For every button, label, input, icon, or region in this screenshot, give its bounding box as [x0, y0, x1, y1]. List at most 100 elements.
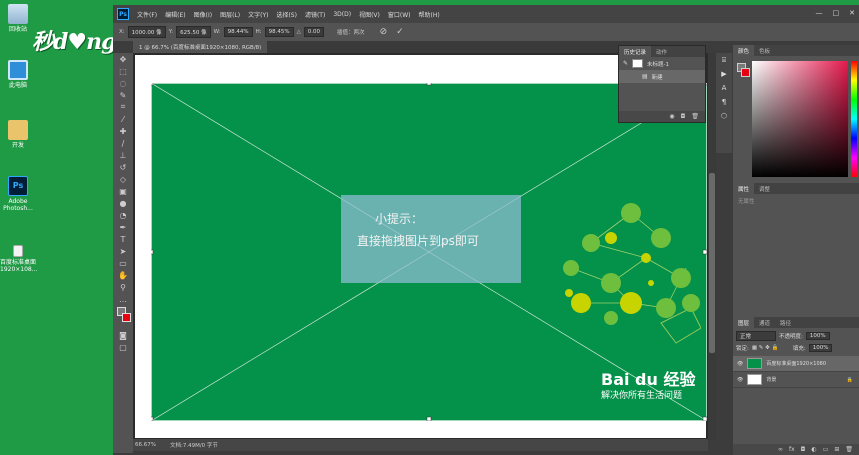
character-panel-icon[interactable]: A	[716, 81, 732, 95]
lasso-tool-icon[interactable]: ◌	[113, 77, 133, 89]
link-layers-icon[interactable]: ∞	[778, 446, 783, 453]
close-button[interactable]: ✕	[849, 9, 855, 17]
type-tool-icon[interactable]: T	[113, 233, 133, 245]
cancel-transform-icon[interactable]: ⊘	[380, 27, 388, 37]
history-panel-icon[interactable]: ⌸	[716, 53, 732, 67]
menu-help[interactable]: 帮助(H)	[419, 10, 440, 19]
tab-actions[interactable]: 动作	[651, 46, 672, 57]
color-panel-tabs: 颜色 色板	[733, 45, 859, 56]
fill-field[interactable]: 100%	[808, 344, 833, 352]
quick-mask-icon[interactable]: ◙	[113, 329, 133, 341]
eyedropper-tool-icon[interactable]: ⁄	[113, 113, 133, 125]
zoom-level[interactable]: 66.67%	[135, 442, 156, 448]
angle-field[interactable]: 0.00	[303, 27, 325, 37]
menu-window[interactable]: 窗口(W)	[388, 10, 411, 19]
paragraph-panel-icon[interactable]: ¶	[716, 95, 732, 109]
hue-slider[interactable]	[851, 61, 857, 177]
dodge-tool-icon[interactable]: ◔	[113, 209, 133, 221]
history-brush-tool-icon[interactable]: ↺	[113, 161, 133, 173]
tab-paths[interactable]: 路径	[775, 317, 796, 328]
eye-icon[interactable]: 👁	[737, 377, 743, 383]
quick-select-tool-icon[interactable]: ✎	[113, 89, 133, 101]
history-snapshot[interactable]: ✎ 未标题-1	[619, 57, 705, 70]
pen-tool-icon[interactable]: ✒	[113, 221, 133, 233]
y-field[interactable]: 625.50 像	[176, 26, 211, 38]
healing-tool-icon[interactable]: ✚	[113, 125, 133, 137]
layer-row[interactable]: 👁 百度标准桌面1920×1080	[733, 356, 859, 372]
history-step[interactable]: ▤ 新建	[619, 70, 705, 83]
layer-row[interactable]: 👁 背景 🔒	[733, 372, 859, 388]
menu-layer[interactable]: 图层(L)	[220, 10, 240, 19]
commit-transform-icon[interactable]: ✓	[396, 27, 404, 37]
tab-channels[interactable]: 通道	[754, 317, 775, 328]
path-select-tool-icon[interactable]: ➤	[113, 245, 133, 257]
tab-adjustments[interactable]: 调整	[754, 183, 775, 194]
tab-properties[interactable]: 属性	[733, 183, 755, 194]
desktop-icon-this-pc[interactable]: 此电脑	[0, 60, 36, 89]
brush-tool-icon[interactable]: ∕	[113, 137, 133, 149]
zoom-tool-icon[interactable]: ⚲	[113, 281, 133, 293]
3d-panel-icon[interactable]: ⬡	[716, 109, 732, 123]
trash-icon[interactable]: 🗑	[691, 113, 699, 120]
placed-image[interactable]: 小提示： 直接拖拽图片到ps即可 Bai du 经验 解决你所有生活问题	[151, 83, 707, 421]
document-tab[interactable]: 1 @ 66.7% (百度标准桌面1920×1080, RGB/8)	[133, 41, 268, 53]
x-field[interactable]: 1000.00 像	[127, 26, 166, 38]
h-field[interactable]: 98.45%	[264, 27, 294, 37]
menu-view[interactable]: 视图(V)	[359, 10, 380, 19]
desktop-icon-image-file[interactable]: 百度标准桌面 1920×108...	[0, 245, 37, 273]
blend-mode-select[interactable]: 正常	[736, 331, 776, 341]
new-snapshot-icon[interactable]: ◉	[669, 113, 674, 120]
lock-icons[interactable]: ▦ ✎ ✥ 🔒	[752, 345, 790, 351]
maximize-button[interactable]: □	[833, 9, 840, 17]
marquee-tool-icon[interactable]: ⬚	[113, 65, 133, 77]
hint-body: 直接拖拽图片到ps即可	[357, 234, 479, 248]
lightbulb-illustration	[563, 203, 701, 344]
blur-tool-icon[interactable]: ●	[113, 197, 133, 209]
menu-select[interactable]: 选择(S)	[276, 10, 297, 19]
w-field[interactable]: 98.44%	[223, 27, 253, 37]
delete-layer-icon[interactable]: 🗑	[845, 446, 853, 453]
menu-3d[interactable]: 3D(D)	[333, 11, 351, 18]
screen-mode-icon[interactable]: ▢	[113, 341, 133, 353]
tab-swatches[interactable]: 色板	[754, 45, 775, 56]
menu-image[interactable]: 图像(I)	[194, 10, 212, 19]
desktop-icon-folder[interactable]: 开发	[0, 120, 36, 149]
status-bar: 66.67% 文档:7.49M/0 字节	[133, 439, 708, 451]
eye-icon[interactable]: 👁	[737, 361, 743, 367]
camera-icon[interactable]: ◘	[681, 113, 686, 120]
desktop-icon-photoshop[interactable]: Ps Adobe Photosh...	[0, 176, 36, 212]
crop-tool-icon[interactable]: ⌗	[113, 101, 133, 113]
opacity-field[interactable]: 100%	[805, 332, 830, 340]
eraser-tool-icon[interactable]: ◇	[113, 173, 133, 185]
color-picker-field[interactable]	[752, 61, 848, 177]
mask-icon[interactable]: ◘	[801, 446, 806, 453]
panel-background-swatch[interactable]	[741, 68, 750, 77]
interpolation-label[interactable]: 插值：两次	[337, 28, 365, 36]
group-icon[interactable]: ▭	[823, 446, 829, 453]
menu-edit[interactable]: 编辑(E)	[165, 10, 185, 19]
gradient-tool-icon[interactable]: ▣	[113, 185, 133, 197]
vertical-scrollbar[interactable]	[708, 53, 716, 440]
layer-name: 百度标准桌面1920×1080	[766, 361, 826, 367]
move-tool-icon[interactable]: ✥	[113, 53, 133, 65]
tab-history[interactable]: 历史记录	[619, 46, 652, 57]
more-tools-icon[interactable]: …	[113, 293, 133, 305]
tab-color[interactable]: 颜色	[733, 45, 755, 56]
snapshot-thumbnail	[632, 59, 644, 68]
menu-filter[interactable]: 滤镜(T)	[305, 10, 325, 19]
fx-icon[interactable]: fx	[789, 446, 795, 453]
tab-layers[interactable]: 图层	[733, 317, 755, 328]
menu-file[interactable]: 文件(F)	[137, 10, 157, 19]
desktop-icon-recycle-bin[interactable]: 回收站	[0, 4, 36, 33]
minimize-button[interactable]: —	[816, 9, 823, 17]
layer-thumbnail	[747, 358, 763, 369]
menu-type[interactable]: 文字(Y)	[248, 10, 268, 19]
hand-tool-icon[interactable]: ✋	[113, 269, 133, 281]
stamp-tool-icon[interactable]: ⊥	[113, 149, 133, 161]
actions-panel-icon[interactable]: ▶	[716, 67, 732, 81]
shape-tool-icon[interactable]: ▭	[113, 257, 133, 269]
opacity-label: 不透明度:	[779, 334, 803, 340]
adjustment-icon[interactable]: ◐	[811, 446, 816, 453]
background-color-swatch[interactable]	[122, 313, 131, 322]
new-layer-icon[interactable]: ⊞	[834, 446, 839, 453]
